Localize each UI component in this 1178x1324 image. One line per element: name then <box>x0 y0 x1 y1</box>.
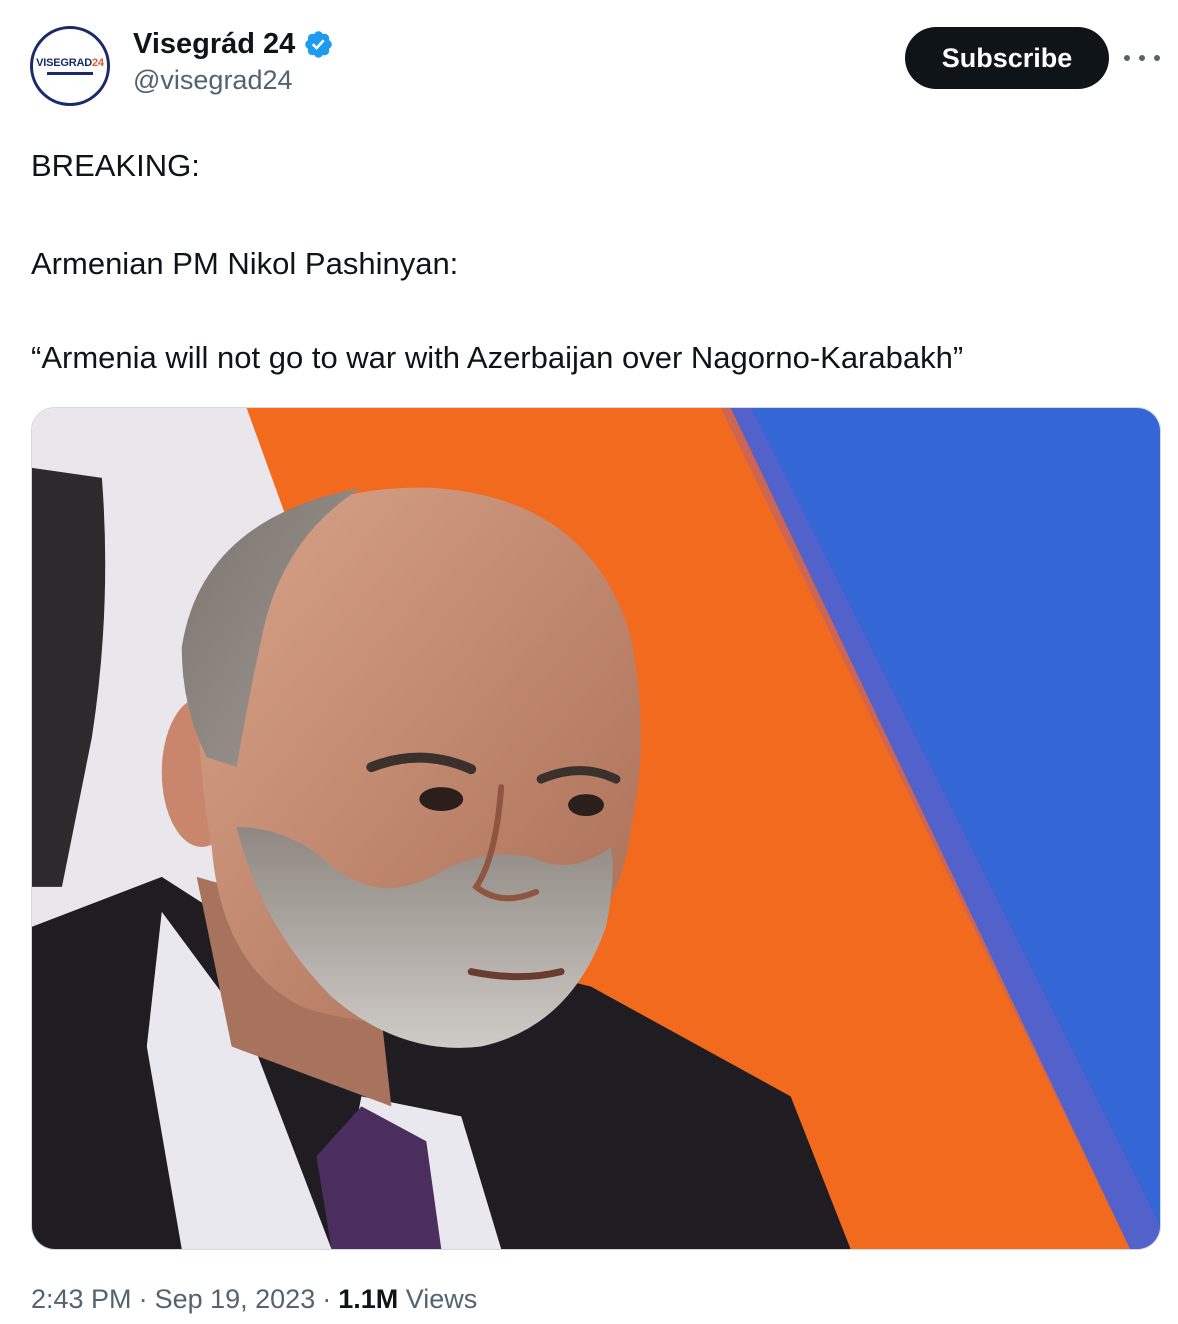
tweet-card: VISEGRAD24 Visegrád 24 @visegrad24 Subsc… <box>0 0 1178 1324</box>
display-name[interactable]: Visegrád 24 <box>133 28 295 61</box>
display-name-row: Visegrád 24 <box>133 28 334 61</box>
tweet-photo[interactable] <box>31 407 1161 1250</box>
more-horizontal-icon[interactable] <box>1124 44 1160 72</box>
avatar-logo-accent: 24 <box>92 56 104 69</box>
tweet-text-line: BREAKING: <box>31 148 200 183</box>
tweet-meta: 2:43 PM · Sep 19, 2023 · 1.1M Views <box>31 1284 477 1315</box>
avatar-logo-main: VISEGRAD <box>36 56 92 69</box>
author-identity: Visegrád 24 @visegrad24 <box>133 28 334 96</box>
verified-badge-icon[interactable] <box>303 29 334 60</box>
handle[interactable]: @visegrad24 <box>133 65 334 96</box>
avatar-logo-strip <box>47 71 93 75</box>
photo-illustration <box>32 408 1160 1249</box>
subscribe-button[interactable]: Subscribe <box>905 27 1109 89</box>
tweet-date[interactable]: Sep 19, 2023 <box>155 1284 316 1314</box>
tweet-text-line: “Armenia will not go to war with Azerbai… <box>31 340 964 375</box>
tweet-time[interactable]: 2:43 PM <box>31 1284 132 1314</box>
meta-separator: · <box>322 1284 332 1314</box>
views-count[interactable]: 1.1M <box>338 1284 398 1314</box>
views-label: Views <box>405 1284 478 1314</box>
avatar-logo: VISEGRAD24 <box>36 56 104 69</box>
meta-separator: · <box>138 1284 148 1314</box>
avatar[interactable]: VISEGRAD24 <box>30 26 110 106</box>
tweet-text-line: Armenian PM Nikol Pashinyan: <box>31 246 459 281</box>
